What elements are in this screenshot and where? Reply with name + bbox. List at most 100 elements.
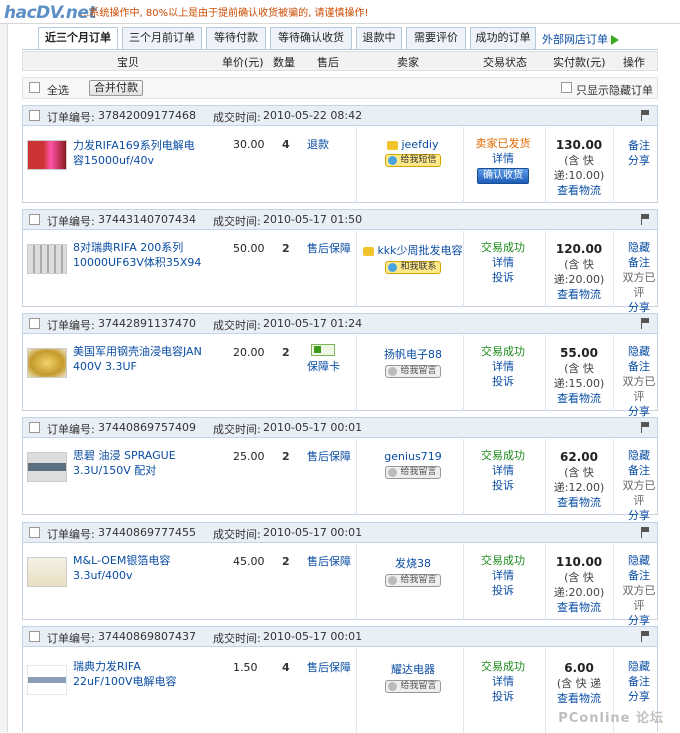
complain-link[interactable]: 投诉 (468, 689, 538, 704)
view-logistics-link[interactable]: 查看物流 (551, 600, 607, 615)
seller-name-link[interactable]: 发烧38 (363, 555, 463, 571)
refund-link[interactable]: 退款 (307, 136, 329, 152)
product-thumbnail[interactable] (27, 665, 67, 695)
note-link[interactable]: 备注 (619, 463, 659, 478)
order-header: 订单编号: 37443140707434 成交时间: 2010-05-17 01… (23, 210, 657, 230)
note-link[interactable]: 备注 (619, 568, 659, 583)
leave-message-button[interactable]: 给我留言 (385, 466, 441, 479)
flag-icon[interactable] (641, 214, 651, 225)
note-link[interactable]: 备注 (619, 255, 659, 270)
flag-icon[interactable] (641, 631, 651, 642)
status-detail-link[interactable]: 详情 (468, 568, 538, 583)
select-all-checkbox[interactable] (29, 82, 40, 93)
after-sale-link[interactable]: 售后保障 (307, 240, 351, 256)
order-checkbox[interactable] (29, 631, 40, 642)
col-after-sale: 售后 (317, 56, 339, 69)
confirm-receipt-button[interactable]: 确认收货 (477, 168, 529, 184)
seller-name-link[interactable]: genius719 (363, 450, 463, 463)
hide-link[interactable]: 隐藏 (619, 240, 659, 255)
col-seller: 卖家 (397, 56, 419, 69)
hide-link[interactable]: 隐藏 (619, 344, 659, 359)
product-thumbnail[interactable] (27, 244, 67, 274)
seller-name-link[interactable]: 耀达电器 (363, 661, 463, 677)
flag-icon[interactable] (641, 110, 651, 121)
complain-link[interactable]: 投诉 (468, 374, 538, 389)
only-hidden-checkbox[interactable] (561, 82, 572, 93)
flag-icon[interactable] (641, 422, 651, 433)
contact-seller-button[interactable]: 和我联系 (385, 261, 441, 274)
seller-name-link[interactable]: 扬帆电子88 (363, 346, 463, 362)
both-reviewed-text: 双方已评 (622, 584, 656, 612)
status-detail-link[interactable]: 详情 (468, 463, 538, 478)
status-detail-link[interactable]: 详情 (468, 359, 538, 374)
hide-link[interactable]: 隐藏 (619, 448, 659, 463)
tab-refunding[interactable]: 退款中 (356, 27, 402, 49)
note-link[interactable]: 备注 (619, 674, 659, 689)
flag-icon[interactable] (641, 318, 651, 329)
order-time: 2010-05-17 00:01 (263, 421, 363, 434)
share-link[interactable]: 分享 (619, 153, 659, 168)
send-message-button[interactable]: 给我短信 (385, 154, 441, 167)
after-sale-link[interactable]: 售后保障 (307, 553, 351, 569)
order-checkbox[interactable] (29, 318, 40, 329)
flag-icon[interactable] (641, 527, 651, 538)
product-title-link[interactable]: 美国军用钢壳油浸电容JAN 400V 3.3UF (73, 344, 203, 374)
order-header: 订单编号: 37442891137470 成交时间: 2010-05-17 01… (23, 314, 657, 334)
tab-recent-three-months[interactable]: 近三个月订单 (38, 27, 118, 50)
order-checkbox[interactable] (29, 214, 40, 225)
hide-link[interactable]: 隐藏 (619, 659, 659, 674)
tab-successful[interactable]: 成功的订单 (470, 27, 536, 49)
view-logistics-link[interactable]: 查看物流 (551, 391, 607, 406)
left-scroll-edge (0, 24, 8, 732)
tab-need-review[interactable]: 需要评价 (406, 27, 466, 49)
product-title-link[interactable]: 8对瑞典RIFA 200系列 10000UF63V体积35X94 (73, 240, 203, 270)
complain-link[interactable]: 投诉 (468, 478, 538, 493)
column-divider (545, 127, 546, 203)
share-link[interactable]: 分享 (619, 508, 659, 523)
order-checkbox[interactable] (29, 110, 40, 121)
product-thumbnail[interactable] (27, 557, 67, 587)
product-title-link[interactable]: 力发RIFA169系列电解电容15000uf/40v (73, 138, 203, 168)
status-detail-link[interactable]: 详情 (468, 151, 538, 166)
view-logistics-link[interactable]: 查看物流 (551, 691, 607, 706)
note-link[interactable]: 备注 (619, 138, 659, 153)
order-card: 订单编号: 37440869757409 成交时间: 2010-05-17 00… (22, 417, 659, 522)
leave-message-button[interactable]: 给我留言 (385, 365, 441, 378)
status-cell: 交易成功 详情 投诉 (468, 344, 538, 389)
order-checkbox[interactable] (29, 422, 40, 433)
complain-link[interactable]: 投诉 (468, 270, 538, 285)
product-thumbnail[interactable] (27, 348, 67, 378)
status-detail-link[interactable]: 详情 (468, 674, 538, 689)
leave-message-button[interactable]: 给我留言 (385, 680, 441, 693)
select-all-label: 全选 (47, 84, 69, 97)
external-orders-link[interactable]: 外部网店订单 (542, 31, 619, 47)
tab-older-orders[interactable]: 三个月前订单 (122, 27, 202, 49)
view-logistics-link[interactable]: 查看物流 (551, 495, 607, 510)
quantity: 2 (282, 242, 290, 255)
hide-link[interactable]: 隐藏 (619, 553, 659, 568)
product-thumbnail[interactable] (27, 452, 67, 482)
view-logistics-link[interactable]: 查看物流 (551, 287, 607, 302)
guarantee-card[interactable]: 保障卡 (307, 344, 340, 374)
product-title-link[interactable]: M&L-OEM银箔电容 3.3uf/400v (73, 553, 203, 583)
wangwang-icon[interactable] (363, 246, 375, 256)
merge-pay-button[interactable]: 合并付款 (89, 80, 143, 96)
share-link[interactable]: 分享 (619, 689, 659, 704)
tab-pending-receipt[interactable]: 等待确认收货 (270, 27, 352, 49)
complain-link[interactable]: 投诉 (468, 583, 538, 598)
leave-message-button[interactable]: 给我留言 (385, 574, 441, 587)
tab-pending-payment[interactable]: 等待付款 (206, 27, 266, 49)
note-link[interactable]: 备注 (619, 359, 659, 374)
product-title-link[interactable]: 思碧 油浸 SPRAGUE 3.3U/150V 配对 (73, 448, 203, 478)
after-sale-link[interactable]: 售后保障 (307, 448, 351, 464)
status-detail-link[interactable]: 详情 (468, 255, 538, 270)
view-logistics-link[interactable]: 查看物流 (551, 183, 607, 198)
wangwang-icon[interactable] (387, 140, 399, 150)
order-checkbox[interactable] (29, 527, 40, 538)
seller-name-link[interactable]: kkk少周批发电容 (363, 242, 463, 258)
product-title-link[interactable]: 瑞典力发RIFA 22uF/100V电解电容 (73, 659, 203, 689)
after-sale-link[interactable]: 售后保障 (307, 659, 351, 675)
product-thumbnail[interactable] (27, 140, 67, 170)
seller-name-link[interactable]: jeefdiy (363, 138, 463, 151)
ops-cell: 隐藏 备注 双方已评 分享 (619, 240, 659, 315)
